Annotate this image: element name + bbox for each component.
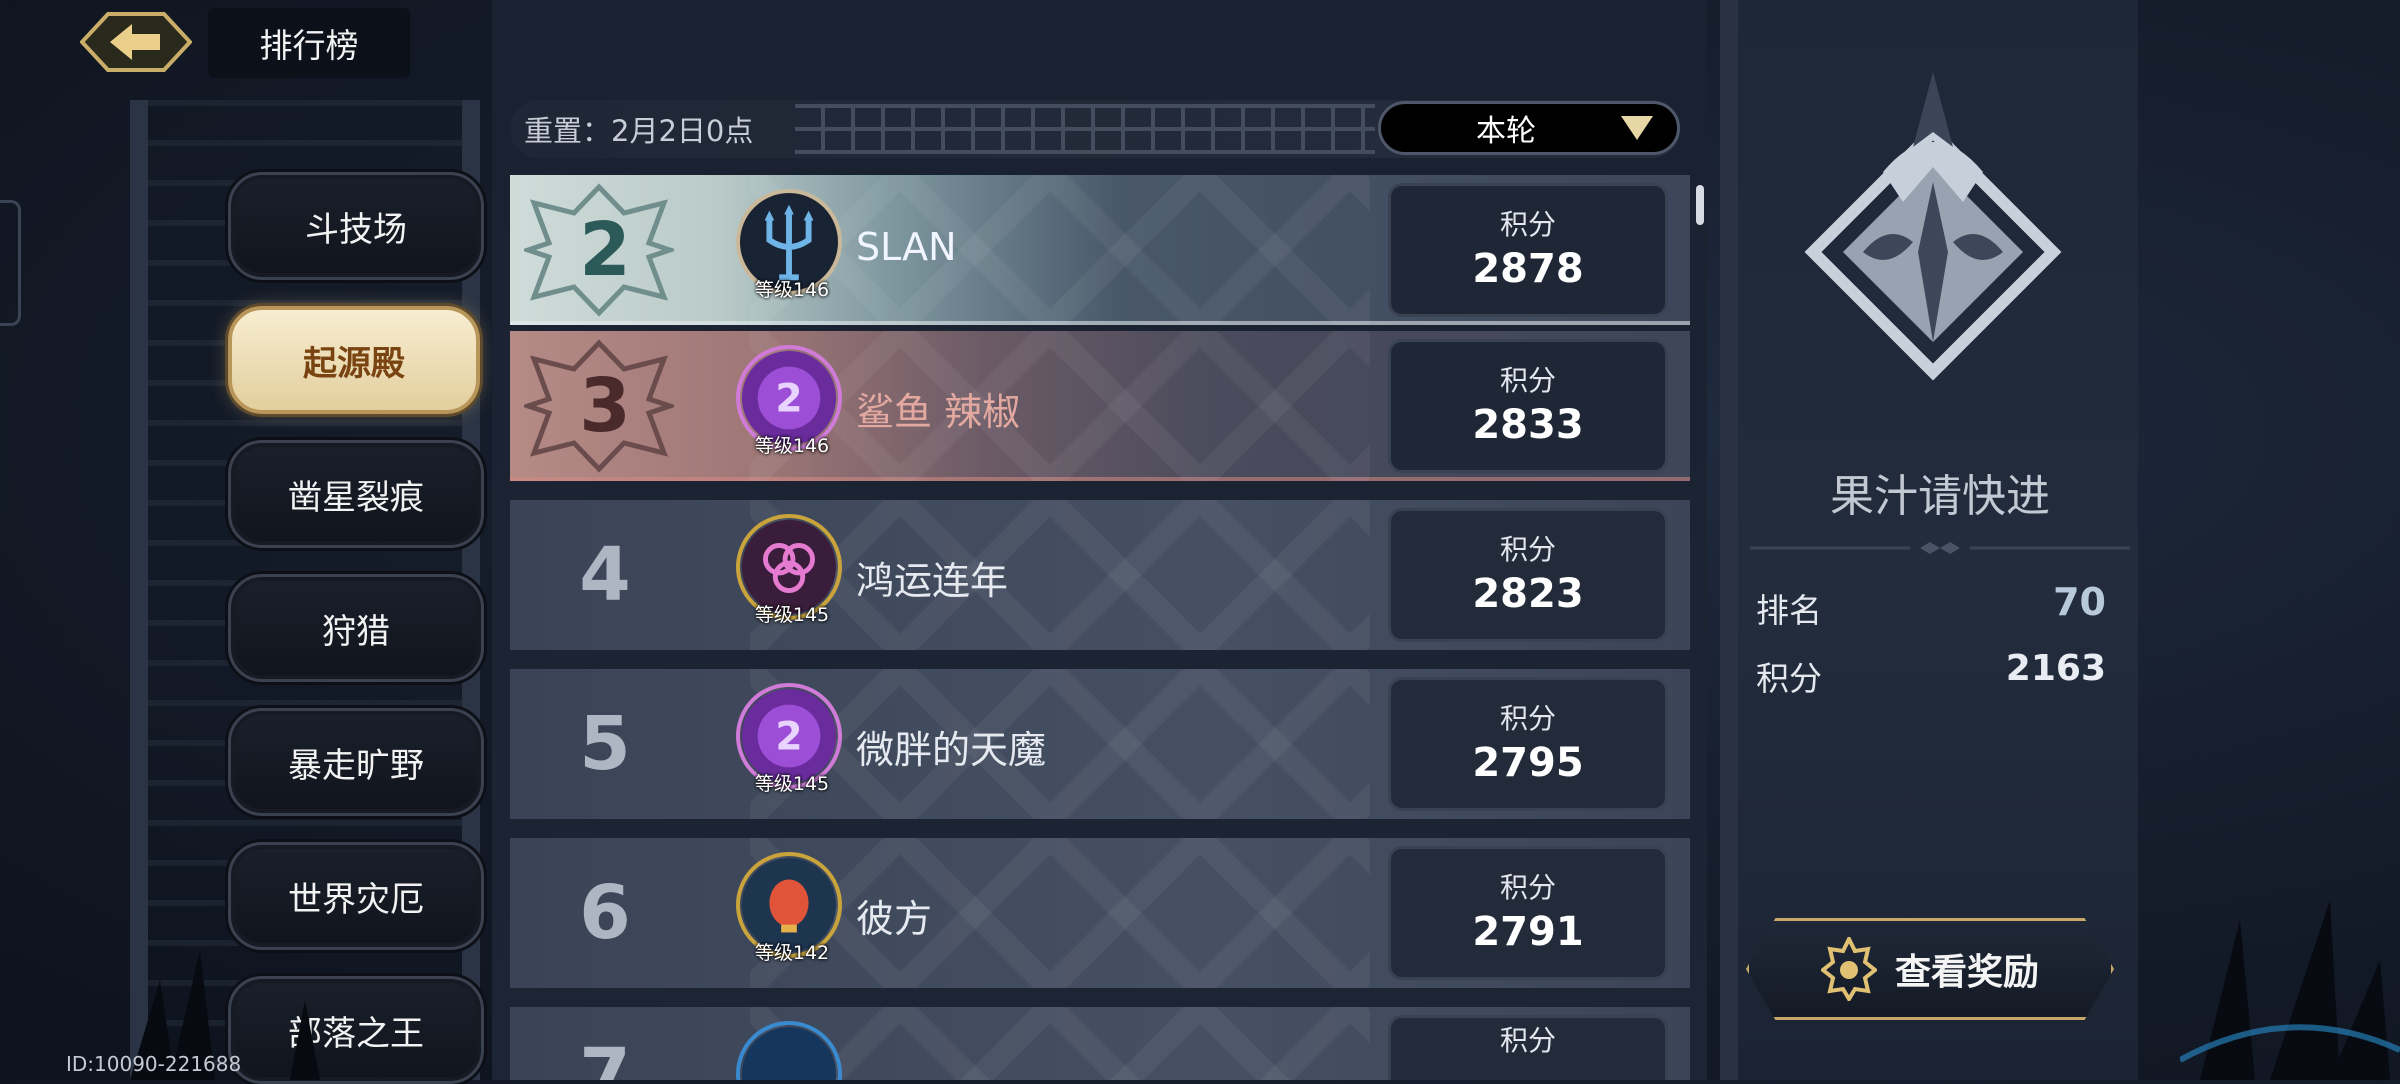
player-level: 等级145 [754, 773, 830, 795]
divider [1750, 542, 2130, 554]
medal-icon [1820, 937, 1877, 1001]
player-name: 彼方 [856, 897, 933, 941]
ranking-row[interactable]: 5 2 等级145 微胖的天魔 积分 2795 [510, 669, 1690, 819]
nav-item-world-calamity[interactable]: 世界灾厄 [228, 842, 484, 950]
svg-text:2: 2 [775, 377, 802, 422]
player-name: 鸿运连年 [856, 559, 1009, 603]
view-rewards-button[interactable]: 查看奖励 [1746, 918, 2114, 1020]
nav-item-origin-hall[interactable]: 起源殿 [228, 306, 480, 414]
left-edge-handle [0, 200, 21, 326]
rank-number: 7 [579, 1033, 631, 1080]
user-id: ID:10090-221688 [66, 1052, 242, 1076]
svg-text:2: 2 [775, 715, 802, 760]
decorative-pattern [795, 104, 1375, 154]
reset-time-label: 重置：2月2日0点 [524, 114, 754, 148]
ranking-row[interactable]: 2 等级146 SLAN 积分 2878 [510, 175, 1690, 325]
avatar[interactable] [736, 1021, 842, 1080]
score-label: 积分 [1499, 702, 1556, 735]
score-value: 2795 [1472, 740, 1584, 786]
score-value: 2878 [1472, 246, 1584, 292]
nav-item-star-rift[interactable]: 凿星裂痕 [228, 440, 484, 548]
score-box: 积分 2833 [1388, 339, 1668, 473]
player-name: SLAN [856, 225, 957, 269]
score-box: 积分 2791 [1388, 846, 1668, 980]
rank-number: 3 [579, 363, 631, 449]
round-dropdown[interactable]: 本轮 [1378, 101, 1680, 155]
page-title: 排行榜 [208, 8, 410, 78]
score-value: 2833 [1472, 402, 1584, 448]
score-box: 积分 [1388, 1015, 1668, 1080]
guild-name: 果汁请快进 [1830, 471, 2050, 522]
rank-label: 排名 [1756, 591, 1822, 630]
guild-emblem-icon [1804, 72, 2062, 381]
score-box: 积分 2823 [1388, 508, 1668, 642]
player-level: 等级146 [754, 435, 830, 457]
ranking-row[interactable]: 4 等级145 鸿运连年 积分 2823 [510, 500, 1690, 650]
score-label: 积分 [1499, 208, 1556, 241]
score-value: 2163 [2005, 648, 2106, 689]
plant-silhouette [2180, 900, 2400, 1080]
nav-item-hunting[interactable]: 狩猎 [228, 574, 484, 682]
back-arrow-icon [79, 12, 193, 72]
score-value: 2791 [1472, 909, 1584, 955]
player-level: 等级145 [754, 604, 830, 626]
score-label: 积分 [1499, 1024, 1556, 1057]
rank-value: 70 [2053, 580, 2106, 624]
score-label: 积分 [1756, 659, 1822, 698]
player-level: 等级146 [754, 279, 830, 301]
rank-number: 6 [579, 870, 631, 956]
rank-number: 5 [579, 701, 631, 787]
triangle-down-icon [1621, 116, 1653, 140]
rank-number: 4 [579, 532, 631, 618]
ranking-row[interactable]: 6 等级142 彼方 积分 2791 [510, 838, 1690, 988]
nav-item-arena[interactable]: 斗技场 [228, 172, 484, 280]
player-name: 鲨鱼 辣椒 [856, 390, 1021, 434]
score-box: 积分 2795 [1388, 677, 1668, 811]
view-rewards-label: 查看奖励 [1894, 952, 2039, 993]
round-dropdown-value: 本轮 [1476, 114, 1536, 149]
rank-number: 2 [579, 207, 631, 293]
scrollbar[interactable] [1696, 185, 1704, 225]
score-box: 积分 2878 [1388, 183, 1668, 317]
score-label: 积分 [1499, 364, 1556, 397]
nav-item-wild-rampage[interactable]: 暴走旷野 [228, 708, 484, 816]
score-value: 2823 [1472, 571, 1584, 617]
player-level: 等级142 [754, 942, 830, 964]
player-name: 微胖的天魔 [856, 728, 1047, 772]
back-button[interactable] [79, 12, 193, 72]
ranking-row[interactable]: 7 积分 [510, 1007, 1690, 1080]
ranking-row[interactable]: 3 2 等级146 鲨鱼 辣椒 积分 2833 [510, 331, 1690, 481]
blue-avatar-icon [741, 1026, 837, 1080]
score-label: 积分 [1499, 533, 1556, 566]
score-label: 积分 [1499, 871, 1556, 904]
